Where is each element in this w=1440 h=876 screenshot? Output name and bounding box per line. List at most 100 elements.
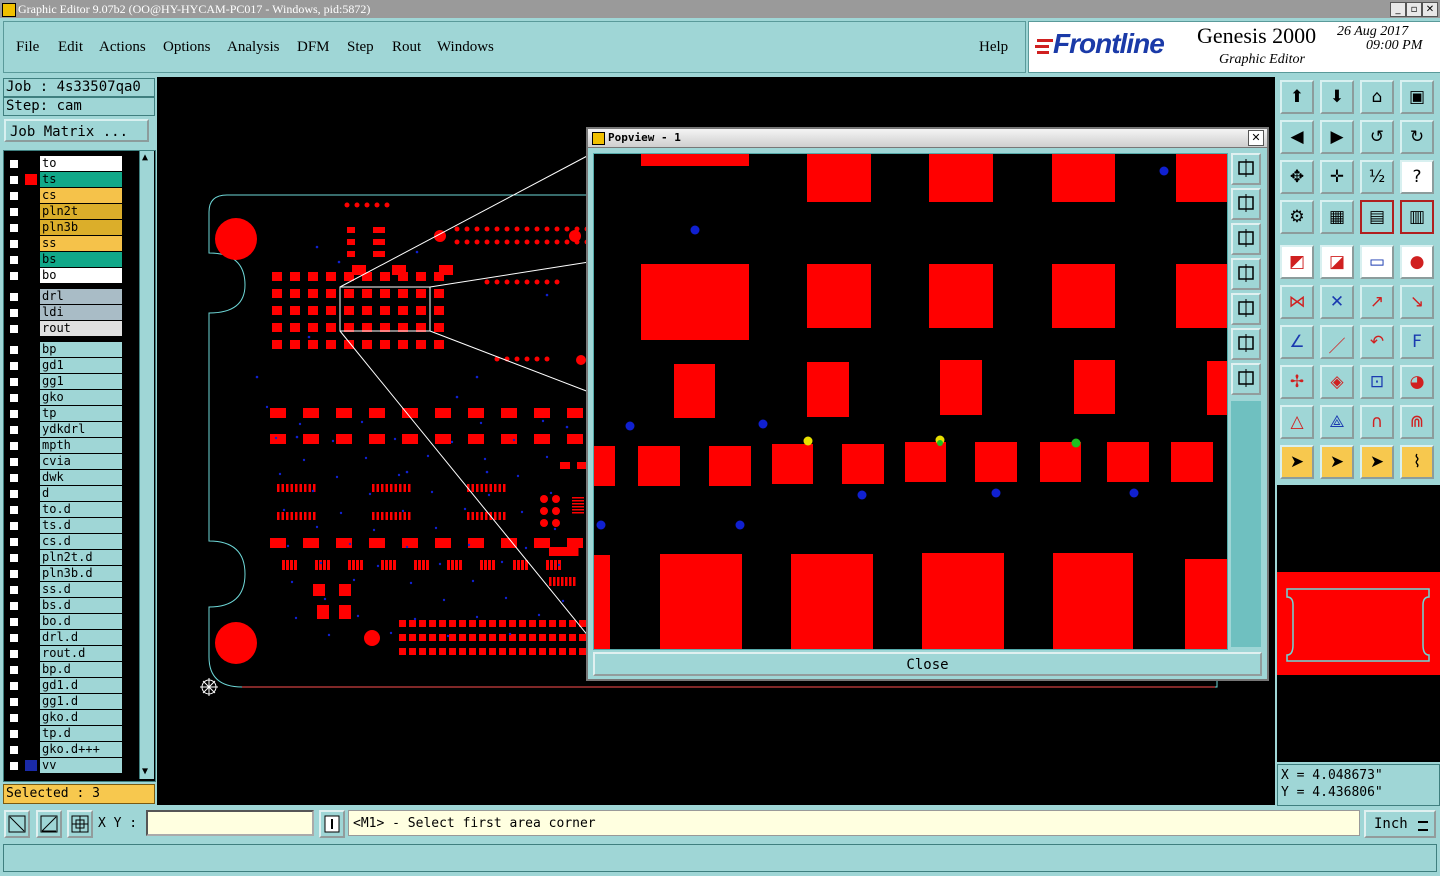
layer-name[interactable]: to.d — [40, 502, 122, 517]
layer-name[interactable]: drl — [40, 289, 122, 304]
route-icon[interactable]: ⌇ — [1400, 445, 1434, 479]
layer-name[interactable]: gd1.d — [40, 678, 122, 693]
add-line-icon[interactable]: ◪ — [1320, 245, 1354, 279]
layer-row[interactable]: pln2t — [7, 204, 123, 219]
layer-row[interactable]: ss.d — [7, 582, 123, 597]
layer-checkbox[interactable] — [9, 292, 19, 302]
add-circle-icon[interactable]: ● — [1400, 245, 1434, 279]
layer-row[interactable]: bo.d — [7, 614, 123, 629]
pad[interactable] — [772, 444, 813, 484]
layer-row[interactable]: vv — [7, 758, 123, 773]
pan-left-icon[interactable]: ◀ — [1280, 120, 1314, 154]
layer-row[interactable]: gg1.d — [7, 694, 123, 709]
snap-icon[interactable]: ⚙ — [1280, 200, 1314, 234]
measure-area-icon[interactable]: ⊡ — [1360, 365, 1394, 399]
via[interactable] — [937, 440, 943, 446]
job-matrix-button[interactable]: Job Matrix ... — [4, 119, 149, 142]
layer-checkbox[interactable] — [9, 345, 19, 355]
pad[interactable] — [929, 264, 993, 328]
line-icon[interactable]: ／ — [1320, 325, 1354, 359]
layer-row[interactable]: dwk — [7, 470, 123, 485]
layer-name[interactable]: gko.d+++ — [40, 742, 122, 757]
layer-name[interactable]: ss.d — [40, 582, 122, 597]
popview-titlebar[interactable]: Popview - 1 ✕ — [588, 129, 1267, 148]
pan-right-icon[interactable]: ▶ — [1320, 120, 1354, 154]
layer-checkbox[interactable] — [9, 729, 19, 739]
pointer-alt-icon[interactable]: ➤ — [1320, 445, 1354, 479]
layer-checkbox[interactable] — [9, 191, 19, 201]
layer-row[interactable]: cs.d — [7, 534, 123, 549]
measure-icon[interactable]: ▭ — [1360, 245, 1394, 279]
via[interactable] — [596, 520, 606, 530]
via[interactable] — [758, 419, 768, 429]
layer-name[interactable]: tp — [40, 406, 122, 421]
via[interactable] — [625, 421, 635, 431]
layer-name[interactable]: tp.d — [40, 726, 122, 741]
triangle-icon[interactable]: △ — [1280, 405, 1314, 439]
via[interactable] — [991, 488, 1001, 498]
pv-home-alt-icon[interactable] — [1231, 223, 1261, 255]
zoom-home-icon[interactable]: ⬆ — [1280, 80, 1314, 114]
layer-checkbox[interactable] — [9, 585, 19, 595]
arch-alt-icon[interactable]: ⋒ — [1400, 405, 1434, 439]
popview-zoomed-view[interactable] — [594, 154, 1227, 649]
layer-row[interactable]: gko.d — [7, 710, 123, 725]
pad[interactable] — [1074, 360, 1115, 414]
layer-checkbox[interactable] — [9, 223, 19, 233]
layer-row[interactable]: tp — [7, 406, 123, 421]
pad[interactable] — [922, 553, 1004, 649]
layer-name[interactable]: bp — [40, 342, 122, 357]
pad[interactable] — [807, 154, 871, 202]
layer-row[interactable]: drl — [7, 289, 123, 304]
pad[interactable] — [594, 446, 615, 486]
scroll-up-icon[interactable]: ▲ — [142, 153, 148, 163]
menu-edit[interactable]: Edit — [58, 39, 83, 56]
home-icon[interactable]: ⌂ — [1360, 80, 1394, 114]
via[interactable] — [1129, 488, 1139, 498]
layer-name[interactable]: pln3b — [40, 220, 122, 235]
pad[interactable] — [638, 446, 680, 486]
layer-affected-indicator[interactable] — [25, 760, 37, 771]
add-pad-icon[interactable]: ◩ — [1280, 245, 1314, 279]
layer-name[interactable]: ldi — [40, 305, 122, 320]
layer-name[interactable]: pln3b.d — [40, 566, 122, 581]
layer-row[interactable]: cs — [7, 188, 123, 203]
pv-center-icon[interactable] — [1231, 363, 1261, 395]
layer-name[interactable]: gko — [40, 390, 122, 405]
pad[interactable] — [929, 154, 993, 202]
layer-checkbox[interactable] — [9, 681, 19, 691]
close-icon[interactable]: ✕ — [1422, 2, 1438, 17]
layer-name[interactable]: drl.d — [40, 630, 122, 645]
layer-checkbox[interactable] — [9, 239, 19, 249]
layer-name[interactable]: d — [40, 486, 122, 501]
layer-checkbox[interactable] — [9, 713, 19, 723]
pad[interactable] — [975, 442, 1017, 482]
center-icon[interactable]: ✛ — [1320, 160, 1354, 194]
arc-icon[interactable]: ↶ — [1360, 325, 1394, 359]
window-icon[interactable]: ▣ — [1400, 80, 1434, 114]
zoom-area-icon[interactable] — [4, 810, 30, 838]
layer-checkbox[interactable] — [9, 271, 19, 281]
layer-row[interactable]: ydkdrl — [7, 422, 123, 437]
layer-name[interactable]: bo — [40, 268, 122, 283]
layer-row[interactable]: gko — [7, 390, 123, 405]
layer-checkbox[interactable] — [9, 473, 19, 483]
layer-checkbox[interactable] — [9, 324, 19, 334]
layer-row[interactable]: gd1.d — [7, 678, 123, 693]
popview-canvas[interactable] — [593, 153, 1228, 650]
info-icon[interactable] — [319, 810, 345, 838]
layer-checkbox[interactable] — [9, 697, 19, 707]
move-icon[interactable]: ↗ — [1360, 285, 1394, 319]
layer-checkbox[interactable] — [9, 553, 19, 563]
layer-checkbox[interactable] — [9, 207, 19, 217]
layer-checkbox[interactable] — [9, 665, 19, 675]
overview-map[interactable] — [1277, 485, 1440, 762]
layer-name[interactable]: bs.d — [40, 598, 122, 613]
via[interactable] — [857, 490, 867, 500]
layer-name[interactable]: gko.d — [40, 710, 122, 725]
layer-name[interactable]: cvia — [40, 454, 122, 469]
shape-icon[interactable]: ◕ — [1400, 365, 1434, 399]
via[interactable] — [690, 225, 700, 235]
help-icon[interactable]: ? — [1400, 160, 1434, 194]
pad[interactable] — [674, 364, 715, 418]
